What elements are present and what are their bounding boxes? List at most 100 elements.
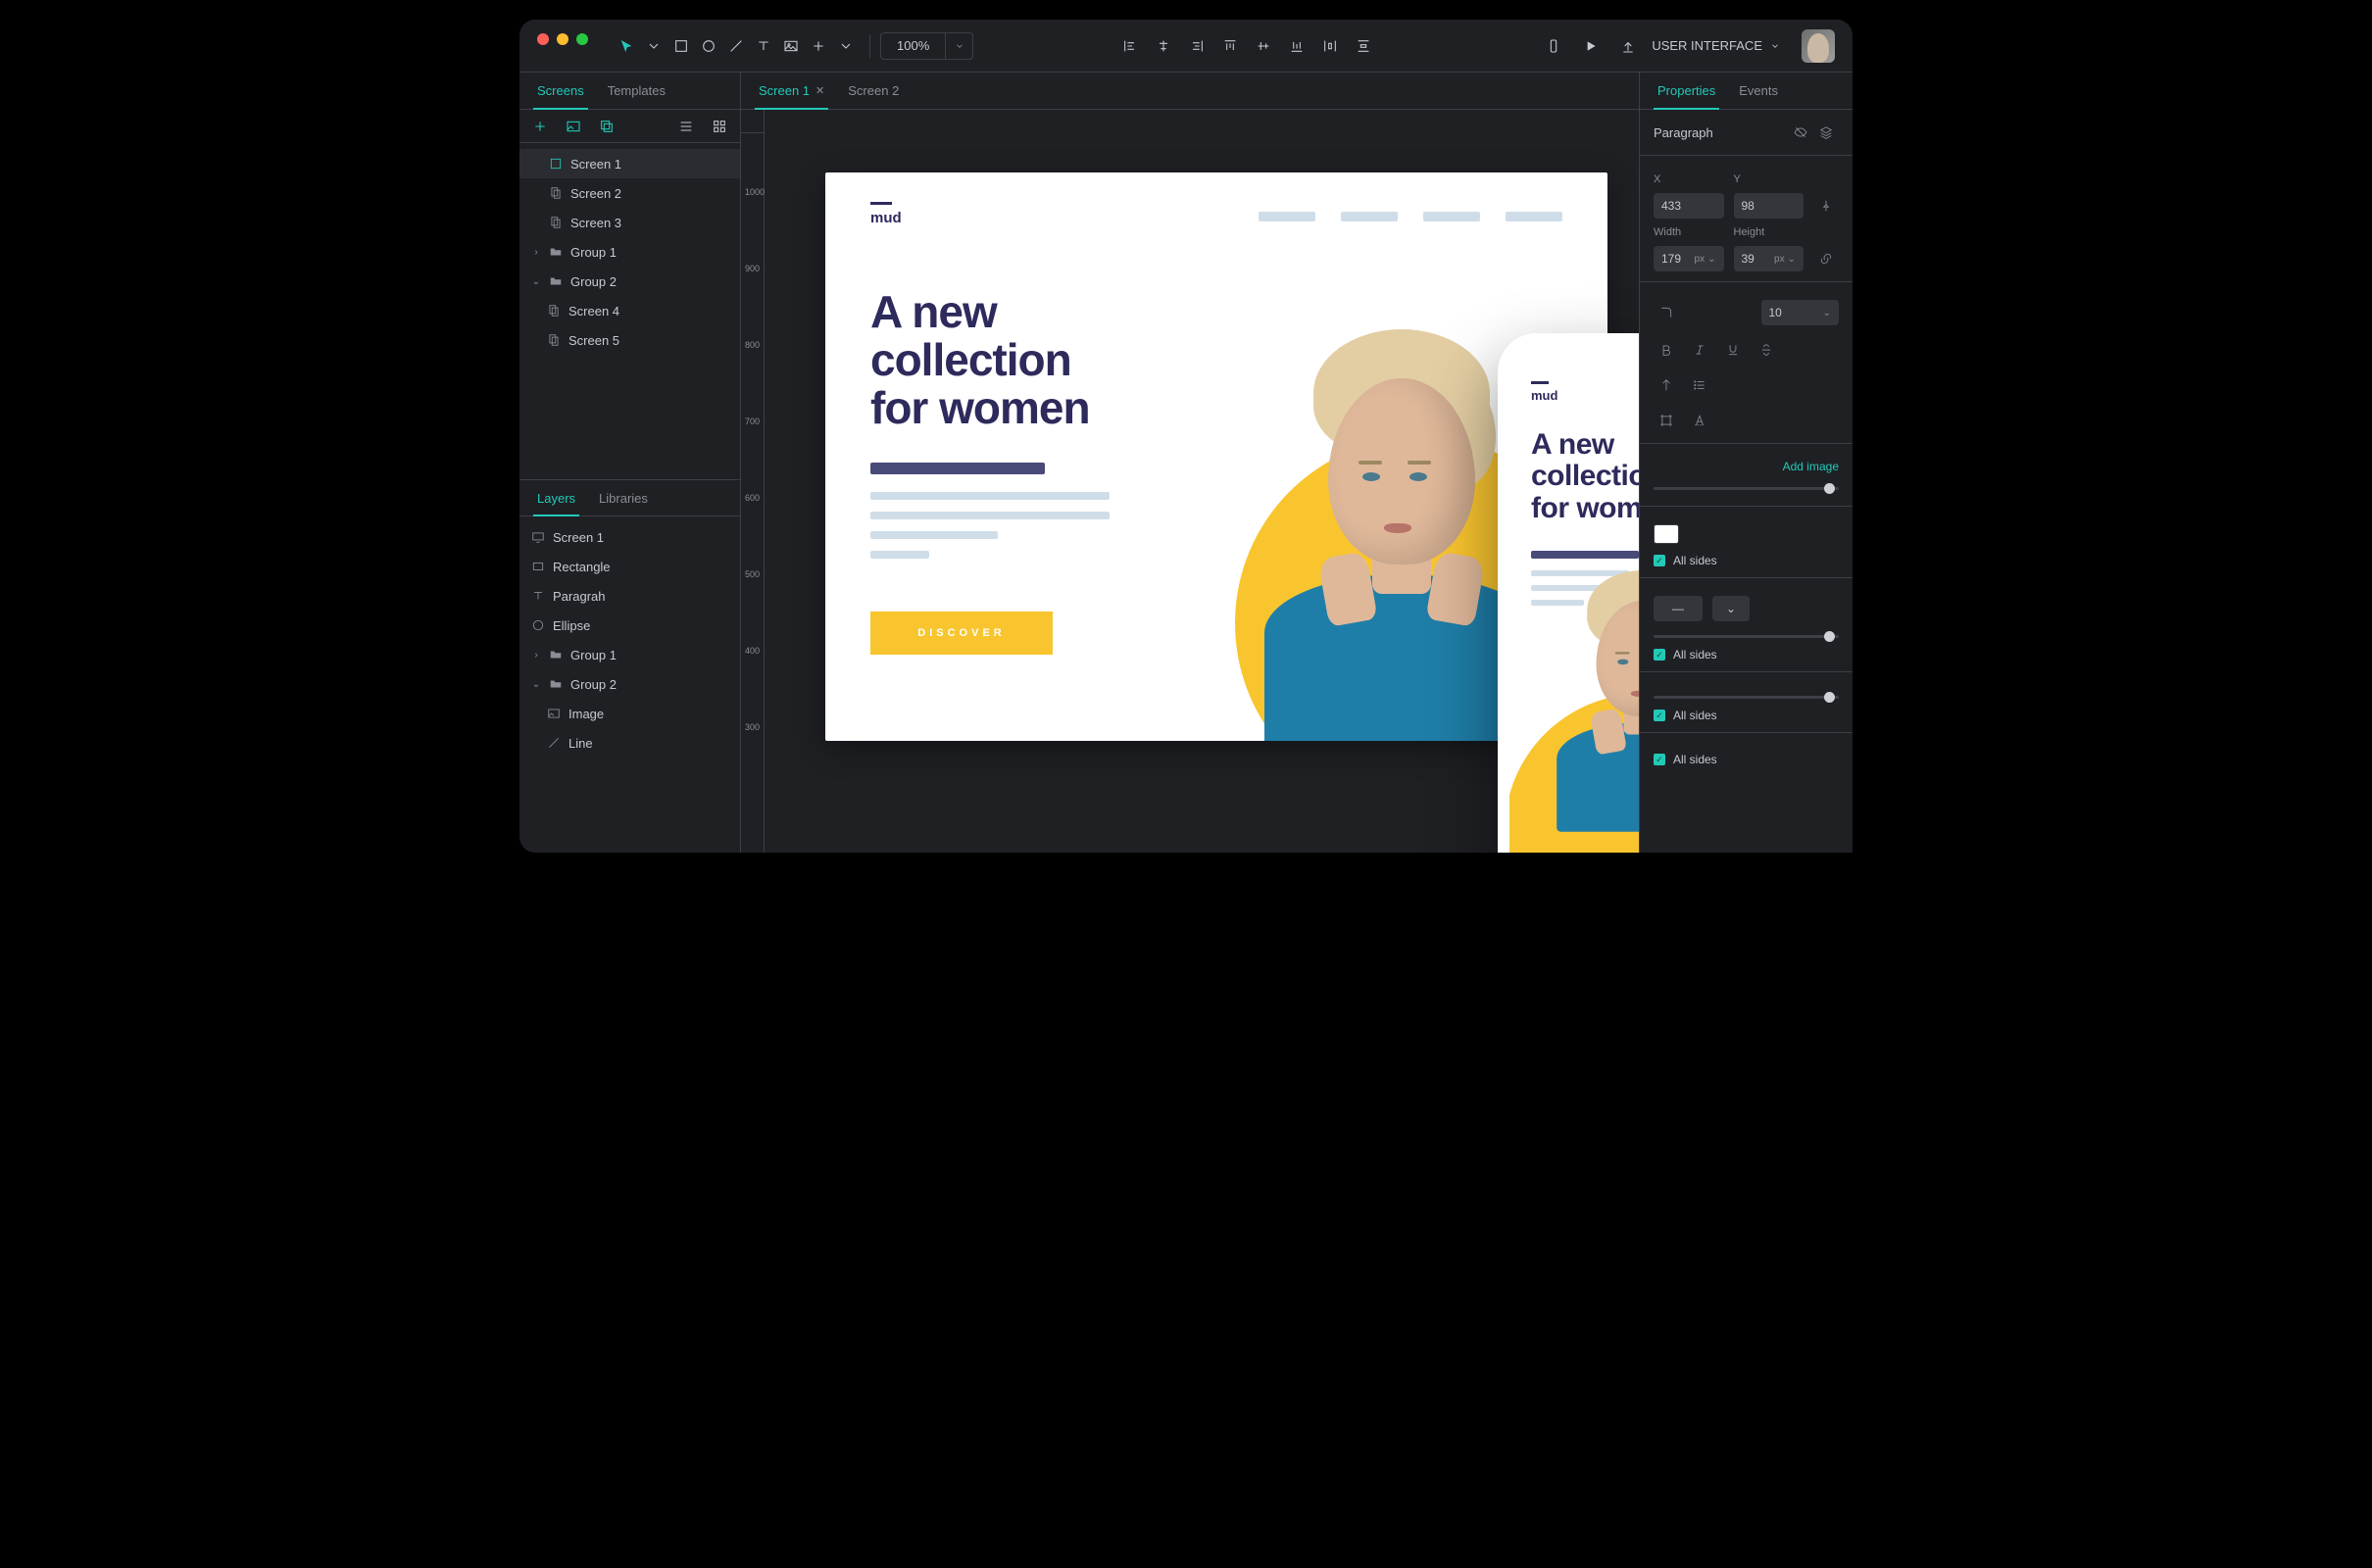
phone-artboard[interactable]: mud A newcollectionfor women xyxy=(1498,333,1639,853)
add-screen-icon[interactable] xyxy=(529,116,551,137)
device-icon[interactable] xyxy=(1540,32,1567,60)
layer-line[interactable]: Line xyxy=(519,728,740,758)
canvas-tabs: Screen 1✕ Screen 2 xyxy=(741,73,1639,110)
height-field[interactable]: 39px⌄ xyxy=(1734,246,1804,271)
select-tool[interactable] xyxy=(613,32,640,60)
underline-bar xyxy=(870,463,1045,474)
close-dot[interactable] xyxy=(537,33,549,45)
strikethrough-icon[interactable] xyxy=(1754,337,1779,363)
zoom-control[interactable]: 100% xyxy=(880,32,973,60)
tab-libraries[interactable]: Libraries xyxy=(587,480,660,515)
width-field[interactable]: 179px⌄ xyxy=(1654,246,1724,271)
tree-item-screen-5[interactable]: Screen 5 xyxy=(519,325,740,355)
layer-group-1[interactable]: ›Group 1 xyxy=(519,640,740,669)
image-tool[interactable] xyxy=(777,32,805,60)
underline-icon[interactable] xyxy=(1720,337,1746,363)
select-dropdown[interactable] xyxy=(640,32,667,60)
stroke-style[interactable]: — xyxy=(1654,596,1703,621)
layer-rectangle[interactable]: Rectangle xyxy=(519,552,740,581)
visibility-toggle-icon[interactable] xyxy=(1788,120,1813,145)
zoom-dot[interactable] xyxy=(576,33,588,45)
align-right-icon[interactable] xyxy=(1183,32,1211,60)
close-tab-icon[interactable]: ✕ xyxy=(815,84,824,97)
tree-item-screen-1[interactable]: Screen 1 xyxy=(519,149,740,178)
image-add-icon[interactable] xyxy=(563,116,584,137)
tab-screens[interactable]: Screens xyxy=(525,73,596,109)
tree-item-screen-4[interactable]: Screen 4 xyxy=(519,296,740,325)
text-style-icon[interactable] xyxy=(1687,408,1712,433)
vertical-align-icon[interactable] xyxy=(1654,372,1679,398)
stroke-style-caret[interactable]: ⌄ xyxy=(1712,596,1750,621)
properties-panel: Properties Events Paragraph X Y 433 98 xyxy=(1639,73,1853,853)
tree-item-screen-3[interactable]: Screen 3 xyxy=(519,208,740,237)
layers-icon[interactable] xyxy=(1813,120,1839,145)
opacity-slider[interactable] xyxy=(1654,487,1839,490)
layer-image[interactable]: Image xyxy=(519,699,740,728)
canvas-tab-2[interactable]: Screen 2 xyxy=(836,73,911,109)
play-icon[interactable] xyxy=(1577,32,1605,60)
tree-item-group-2[interactable]: ⌄Group 2 xyxy=(519,267,740,296)
tree-item-screen-2[interactable]: Screen 2 xyxy=(519,178,740,208)
layer-paragraph[interactable]: Paragrah xyxy=(519,581,740,611)
tab-layers[interactable]: Layers xyxy=(525,480,587,515)
upload-icon[interactable] xyxy=(1614,32,1642,60)
props-tabs: Properties Events xyxy=(1640,73,1853,110)
tab-properties[interactable]: Properties xyxy=(1646,73,1727,109)
tab-events[interactable]: Events xyxy=(1727,73,1790,109)
discover-button[interactable]: DISCOVER xyxy=(870,612,1053,655)
align-vcenter-icon[interactable] xyxy=(1250,32,1277,60)
tab-templates[interactable]: Templates xyxy=(596,73,677,109)
user-avatar[interactable] xyxy=(1802,29,1835,63)
fill-all-sides[interactable]: ✓All sides xyxy=(1654,554,1839,567)
phone-logo: mud xyxy=(1531,388,1557,403)
x-field[interactable]: 433 xyxy=(1654,193,1724,219)
layer-ellipse[interactable]: Ellipse xyxy=(519,611,740,640)
phone-heading: A newcollectionfor women xyxy=(1531,429,1639,524)
distribute-v-icon[interactable] xyxy=(1350,32,1377,60)
tree-item-group-1[interactable]: ›Group 1 xyxy=(519,237,740,267)
selected-element-label: Paragraph xyxy=(1654,125,1713,140)
list-icon[interactable] xyxy=(1687,372,1712,398)
text-tool[interactable] xyxy=(750,32,777,60)
frame-icon[interactable] xyxy=(1654,408,1679,433)
ellipse-tool[interactable] xyxy=(695,32,722,60)
list-view-icon[interactable] xyxy=(675,116,697,137)
bold-icon[interactable] xyxy=(1654,337,1679,363)
window-controls xyxy=(537,33,588,45)
x-label: X xyxy=(1654,173,1724,185)
canvas[interactable]: mud A newcollectionfor women DISCOVER xyxy=(765,133,1639,853)
zoom-caret-icon[interactable] xyxy=(945,32,972,60)
align-top-icon[interactable] xyxy=(1216,32,1244,60)
align-bottom-icon[interactable] xyxy=(1283,32,1310,60)
layer-group-2[interactable]: ⌄Group 2 xyxy=(519,669,740,699)
add-image-link[interactable]: Add image xyxy=(1654,460,1839,473)
rectangle-tool[interactable] xyxy=(667,32,695,60)
y-field[interactable]: 98 xyxy=(1734,193,1804,219)
hero-heading[interactable]: A newcollectionfor women xyxy=(870,288,1090,431)
stroke-slider[interactable] xyxy=(1654,635,1839,638)
corner-radius-icon[interactable] xyxy=(1654,300,1679,325)
link-icon[interactable] xyxy=(1813,246,1839,271)
radius-field[interactable]: 10⌄ xyxy=(1761,300,1840,325)
extra-all-sides[interactable]: ✓All sides xyxy=(1654,753,1839,766)
left-top-tabs: Screens Templates xyxy=(519,73,740,110)
pin-icon[interactable] xyxy=(1813,193,1839,219)
align-left-icon[interactable] xyxy=(1116,32,1144,60)
add-dropdown[interactable] xyxy=(832,32,860,60)
canvas-tab-1[interactable]: Screen 1✕ xyxy=(747,73,836,109)
stroke-all-sides[interactable]: ✓All sides xyxy=(1654,648,1839,662)
align-hcenter-icon[interactable] xyxy=(1150,32,1177,60)
distribute-h-icon[interactable] xyxy=(1316,32,1344,60)
layer-screen-1[interactable]: Screen 1 xyxy=(519,522,740,552)
fill-swatch[interactable] xyxy=(1654,524,1679,544)
add-tool[interactable] xyxy=(805,32,832,60)
shadow-slider[interactable] xyxy=(1654,696,1839,699)
duplicate-icon[interactable] xyxy=(596,116,618,137)
minimize-dot[interactable] xyxy=(557,33,568,45)
line-tool[interactable] xyxy=(722,32,750,60)
shadow-all-sides[interactable]: ✓All sides xyxy=(1654,709,1839,722)
italic-icon[interactable] xyxy=(1687,337,1712,363)
grid-view-icon[interactable] xyxy=(709,116,730,137)
desktop-artboard[interactable]: mud A newcollectionfor women DISCOVER xyxy=(825,172,1607,741)
mode-selector[interactable]: USER INTERFACE xyxy=(1642,38,1790,53)
